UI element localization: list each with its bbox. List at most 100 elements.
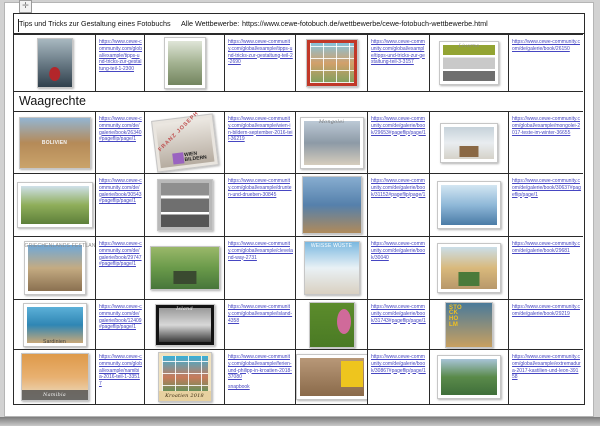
section-title-waagrechte: Waagrechte xyxy=(13,91,583,111)
photobook-link[interactable]: https://www.cewe-community.com/de/galeri… xyxy=(371,116,427,136)
photobook-link-cell: https://www.cewe-community.com/global/ex… xyxy=(367,34,429,91)
document-title: Tips und Tricks zur Gestaltung eines Fot… xyxy=(19,19,171,28)
photobook-thumbnail-cell: Sardinien xyxy=(13,299,95,349)
photobook-link[interactable]: snapbook xyxy=(228,384,293,391)
kroatien-2018-cover[interactable]: Kroatien 2018 xyxy=(157,352,212,402)
photobook-link[interactable]: https://www.cewe-community.com/de/galeri… xyxy=(371,304,427,324)
photobook-link[interactable]: https://www.cewe-community.com/global/ex… xyxy=(228,116,293,143)
photobook-link[interactable]: https://www.cewe-community.com/de/galeri… xyxy=(371,354,427,374)
photobook-link[interactable]: https://www.cewe-community.com/global/ex… xyxy=(99,354,142,388)
mongolei-winter-kamele-photo[interactable] xyxy=(440,122,498,163)
photobook-link[interactable]: https://www.cewe-community.com/global/ex… xyxy=(228,241,293,261)
bolivien-cover[interactable]: BOLIVIEN xyxy=(18,116,91,169)
blaue-kuppel-cover[interactable] xyxy=(437,181,501,229)
sardinien-cover-photo xyxy=(26,306,83,343)
photobook-thumbnail-cell xyxy=(144,236,224,299)
mongolei-jurte-cover-label: Mongolei xyxy=(318,118,345,125)
stockholm-cover[interactable]: STOCKHOLM xyxy=(445,301,493,348)
tipps-teil-3-collage-cover[interactable] xyxy=(305,39,358,87)
photobook-thumbnail-cell xyxy=(295,299,367,349)
photobook-link-cell: https://www.cewe-community.com/de/galeri… xyxy=(508,173,583,236)
usbekistan-moschee-photo[interactable] xyxy=(301,176,362,234)
photobook-thumbnail-cell xyxy=(13,173,95,236)
photobook-thumbnail-cell: STOCKHOLM xyxy=(429,299,508,349)
photobook-link-cell: https://www.cewe-community.com/de/galeri… xyxy=(367,111,429,173)
photobook-thumbnail-cell: Namibia xyxy=(13,349,95,404)
usbekistan-moschee-photo-photo xyxy=(302,177,361,233)
extremadura-cover-photo xyxy=(441,359,497,395)
tipps-teil-3-collage-cover-photo xyxy=(309,43,354,83)
blumen-cover[interactable] xyxy=(308,301,355,348)
island-cover[interactable]: Island xyxy=(154,303,215,346)
all-contests-label: Alle Wettbewerbe: xyxy=(181,19,240,28)
photobook-link-cell: https://www.cewe-community.com/de/galeri… xyxy=(508,236,583,299)
table-header-row: Tips und Tricks zur Gestaltung eines Fot… xyxy=(13,13,585,34)
namibia-cover[interactable]: Namibia xyxy=(20,353,89,401)
photobook-link-cell: https://www.cewe-community.com/global/ex… xyxy=(224,173,295,236)
wien-in-bildern-cover-badge-text: WIEN BILDERN xyxy=(183,149,207,163)
bolivien-cover-label: BOLIVIEN xyxy=(41,140,68,146)
photobook-link-cell: https://www.cewe-community.com/de/galeri… xyxy=(508,34,583,91)
photobook-thumbnail-cell: FRANZ JOSEPH WIEN BILDERN xyxy=(144,111,224,173)
gruene-huegel-cover[interactable] xyxy=(16,182,93,228)
cleveland-way-photo-accent-shape xyxy=(172,271,197,284)
sardinien-cover[interactable]: Sardinien xyxy=(22,302,87,347)
photobook-link[interactable]: https://www.cewe-community.com/de/galeri… xyxy=(371,241,427,261)
wuesten-palmen-cover[interactable] xyxy=(437,243,501,293)
photobook-link-cell: https://www.cewe-community.com/global/ex… xyxy=(224,34,295,91)
wuesten-palmen-cover-accent-shape xyxy=(458,271,480,287)
photobook-thumbnail-cell xyxy=(429,173,508,236)
photobook-link[interactable]: https://www.cewe-community.com/global/ex… xyxy=(228,354,293,381)
photobook-thumbnail-cell xyxy=(295,349,367,404)
photobook-link[interactable]: https://www.cewe-community.com/global/ex… xyxy=(99,39,142,73)
photobook-link[interactable]: https://www.cewe-community.com/de/galeri… xyxy=(371,178,427,198)
photobook-link[interactable]: https://www.cewe-community.com/global/ex… xyxy=(512,116,581,136)
stockholm-cover-label: STOCKHOLM xyxy=(449,304,462,328)
cleveland-way-photo[interactable] xyxy=(149,246,220,290)
livorno-cover[interactable]: Livorno xyxy=(439,41,499,85)
photobook-link-cell: https://www.cewe-community.com/global/ex… xyxy=(95,349,144,404)
photobook-link-cell: https://www.cewe-community.com/global/ex… xyxy=(224,299,295,349)
links-table: Tips und Tricks zur Gestaltung eines Fot… xyxy=(13,13,585,405)
sardinien-cover-label: Sardinien xyxy=(43,338,66,345)
photobook-link[interactable]: https://www.cewe-community.com/global/ex… xyxy=(228,39,293,66)
drunten-und-drueben-cover[interactable] xyxy=(156,179,213,231)
photobook-link[interactable]: https://www.cewe-community.com/de/galeri… xyxy=(512,241,581,255)
contests-url[interactable]: https://www.cewe-fotobuch.de/wettbewerbe… xyxy=(242,19,488,28)
tipps-teil-1-cover[interactable] xyxy=(36,38,73,88)
photobook-link-cell: https://www.cewe-community.com/de/galeri… xyxy=(367,173,429,236)
photobook-link[interactable]: https://www.cewe-community.com/de/galeri… xyxy=(512,304,581,318)
tipps-teil-2-cover[interactable] xyxy=(163,37,206,89)
blaue-kuppel-cover-photo xyxy=(441,185,497,225)
tipps-teil-1-cover-accent-shape xyxy=(48,66,61,82)
mongolei-jurte-cover[interactable]: Mongolei xyxy=(299,116,364,169)
photobook-link[interactable]: https://www.cewe-community.com/de/galeri… xyxy=(99,178,142,205)
mongolei-jurte-cover-photo xyxy=(303,120,360,165)
photobook-link[interactable]: https://www.cewe-community.com/global/ex… xyxy=(228,178,293,198)
photobook-link[interactable]: https://www.cewe-community.com/de/galeri… xyxy=(512,39,581,53)
mallorca-gelb-cover-accent-shape xyxy=(340,361,363,387)
weisse-wueste-cover-label: WEISSE WÜSTE xyxy=(310,243,353,249)
photobook-link[interactable]: https://www.cewe-community.com/global/ex… xyxy=(228,304,293,324)
photobook-link[interactable]: https://www.cewe-community.com/de/galeri… xyxy=(99,304,142,331)
weisse-wueste-cover[interactable]: WEISSE WÜSTE xyxy=(303,241,360,295)
document-page: Tips und Tricks zur Gestaltung eines Fot… xyxy=(4,2,594,417)
photobook-link[interactable]: https://www.cewe-community.com/de/galeri… xyxy=(99,116,142,143)
livorno-cover-photo xyxy=(443,45,495,81)
photobook-link[interactable]: https://www.cewe-community.com/de/galeri… xyxy=(512,178,581,198)
photobook-link-cell: https://www.cewe-community.com/de/galeri… xyxy=(95,173,144,236)
griechenlands-festland-cover[interactable]: GRIECHENLANDS FESTLAND xyxy=(23,241,95,295)
photobook-thumbnail-cell xyxy=(144,173,224,236)
photobook-link[interactable]: https://www.cewe-community.com/global/ex… xyxy=(512,354,581,381)
photobook-thumbnail-cell xyxy=(144,34,224,91)
photobook-link[interactable]: https://www.cewe-community.com/global/ex… xyxy=(371,39,427,66)
photobook-thumbnail-cell: BOLIVIEN xyxy=(13,111,95,173)
photobook-link[interactable]: https://www.cewe-community.com/de/galeri… xyxy=(99,241,142,268)
griechenlands-festland-cover-photo xyxy=(27,245,82,291)
mallorca-gelb-cover[interactable] xyxy=(296,354,367,400)
table-move-handle-icon[interactable]: ✛ xyxy=(19,0,32,13)
island-cover-photo xyxy=(158,307,211,342)
wien-in-bildern-cover[interactable]: FRANZ JOSEPH WIEN BILDERN xyxy=(150,112,219,173)
extremadura-cover[interactable] xyxy=(437,355,501,399)
gruene-huegel-cover-photo xyxy=(20,186,89,224)
